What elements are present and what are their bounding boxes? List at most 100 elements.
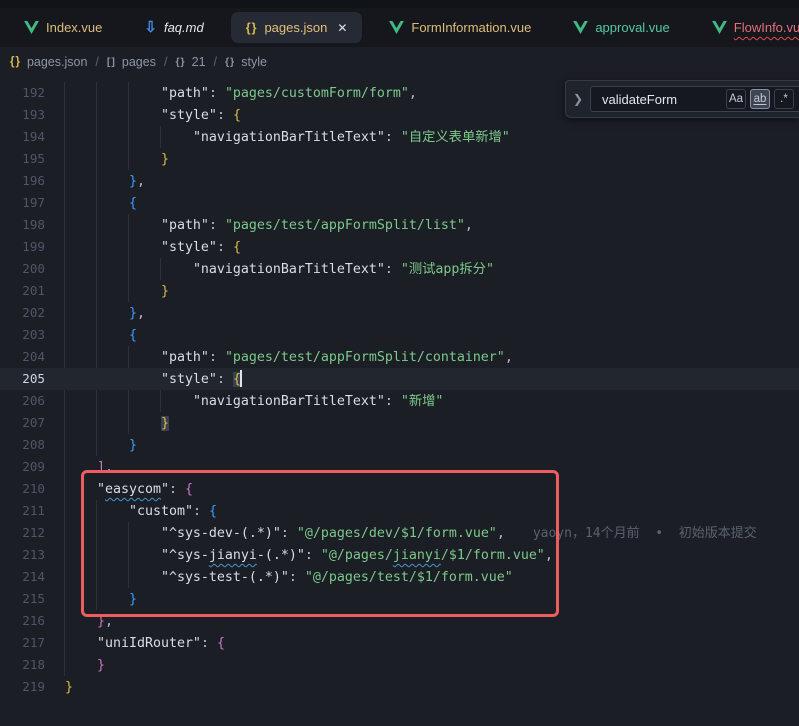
breadcrumb: {} pages.json / [] pages / {} 21 / {} st… xyxy=(0,47,799,76)
line-number: 218 xyxy=(0,654,45,676)
line-number: 211 xyxy=(0,500,45,522)
code-line[interactable]: 201 } xyxy=(0,280,799,302)
tab-label: Index.vue xyxy=(46,20,102,35)
line-number: 193 xyxy=(0,104,45,126)
code-line[interactable]: 214 "^sys-test-(.*)": "@/pages/test/$1/f… xyxy=(0,566,799,588)
code-line[interactable]: 219} xyxy=(0,676,799,698)
line-number: 199 xyxy=(0,236,45,258)
code-line[interactable]: 215 } xyxy=(0,588,799,610)
editor-tab-bar: Index.vue ⇩ faq.md {} pages.json ✕ FormI… xyxy=(0,8,799,47)
breadcrumb-separator: / xyxy=(95,55,98,69)
code-line[interactable]: 209 ], xyxy=(0,456,799,478)
breadcrumb-label: pages xyxy=(122,55,156,69)
find-input-value: validateForm xyxy=(602,92,726,107)
line-number: 200 xyxy=(0,258,45,280)
tab-label: FormInformation.vue xyxy=(411,20,531,35)
window-top-strip xyxy=(0,0,799,8)
code-line[interactable]: 198 "path": "pages/test/appFormSplit/lis… xyxy=(0,214,799,236)
whole-word-button[interactable]: ab xyxy=(750,89,770,109)
line-number: 196 xyxy=(0,170,45,192)
json-icon: {} xyxy=(246,21,258,35)
code-line[interactable]: 211 "custom": { xyxy=(0,500,799,522)
tab-faq-md[interactable]: ⇩ faq.md xyxy=(129,12,218,43)
line-number: 207 xyxy=(0,412,45,434)
code-line[interactable]: 206 "navigationBarTitleText": "新增" xyxy=(0,390,799,412)
code-line[interactable]: 208 } xyxy=(0,434,799,456)
line-number: 202 xyxy=(0,302,45,324)
line-number: 209 xyxy=(0,456,45,478)
line-number: 198 xyxy=(0,214,45,236)
git-blame-annotation: yaoyn，14个月前 • 初始版本提交 xyxy=(533,526,757,541)
code-line[interactable]: 203 { xyxy=(0,324,799,346)
breadcrumb-label: 21 xyxy=(192,55,206,69)
object-symbol-icon: {} xyxy=(225,56,235,68)
code-line[interactable]: 207 } xyxy=(0,412,799,434)
json-file-icon: {} xyxy=(10,56,21,68)
tab-flowinfo-vue[interactable]: FlowInfo.vu xyxy=(697,12,799,43)
vue-icon xyxy=(24,21,39,34)
line-number: 192 xyxy=(0,82,45,104)
tab-approval-vue[interactable]: approval.vue xyxy=(558,12,684,43)
code-editor[interactable]: 192 "path": "pages/customForm/form",193 … xyxy=(0,76,799,726)
regex-button[interactable]: .* xyxy=(774,89,794,109)
breadcrumb-separator: / xyxy=(214,55,217,69)
code-line[interactable]: 197 { xyxy=(0,192,799,214)
code-line[interactable]: 200 "navigationBarTitleText": "测试app拆分" xyxy=(0,258,799,280)
breadcrumb-item-pages[interactable]: [] pages xyxy=(107,55,156,69)
line-number: 214 xyxy=(0,566,45,588)
line-number: 210 xyxy=(0,478,45,500)
code-line[interactable]: 212 "^sys-dev-(.*)": "@/pages/dev/$1/for… xyxy=(0,522,799,544)
line-number: 215 xyxy=(0,588,45,610)
code-line[interactable]: 196 }, xyxy=(0,170,799,192)
breadcrumb-separator: / xyxy=(164,55,167,69)
line-number: 205 xyxy=(0,368,45,390)
find-widget: ❯ validateForm Aa ab .* xyxy=(565,80,799,118)
code-line[interactable]: 216 }, xyxy=(0,610,799,632)
code-line[interactable]: 213 "^sys-jianyi-(.*)": "@/pages/jianyi/… xyxy=(0,544,799,566)
toggle-replace-chevron-icon[interactable]: ❯ xyxy=(566,92,590,106)
line-number: 195 xyxy=(0,148,45,170)
line-number: 212 xyxy=(0,522,45,544)
tab-label: pages.json xyxy=(264,20,327,35)
code-lines: 192 "path": "pages/customForm/form",193 … xyxy=(0,76,799,698)
code-line[interactable]: 210 "easycom": { xyxy=(0,478,799,500)
code-line[interactable]: 195 } xyxy=(0,148,799,170)
tab-label: approval.vue xyxy=(595,20,669,35)
breadcrumb-item-style[interactable]: {} style xyxy=(225,55,267,69)
code-line[interactable]: 205 "style": { xyxy=(0,368,799,390)
line-number: 201 xyxy=(0,280,45,302)
code-line[interactable]: 204 "path": "pages/test/appFormSplit/con… xyxy=(0,346,799,368)
code-line[interactable]: 217 "uniIdRouter": { xyxy=(0,632,799,654)
code-line[interactable]: 218 } xyxy=(0,654,799,676)
line-number: 213 xyxy=(0,544,45,566)
tab-forminformation-vue[interactable]: FormInformation.vue xyxy=(374,12,546,43)
line-number: 219 xyxy=(0,676,45,698)
code-line[interactable]: 202 }, xyxy=(0,302,799,324)
array-symbol-icon: [] xyxy=(107,56,116,68)
breadcrumb-item-file[interactable]: {} pages.json xyxy=(10,55,87,69)
line-number: 203 xyxy=(0,324,45,346)
tab-label: faq.md xyxy=(164,20,204,35)
line-number: 197 xyxy=(0,192,45,214)
vue-icon xyxy=(389,21,404,34)
object-symbol-icon: {} xyxy=(175,56,185,68)
match-case-button[interactable]: Aa xyxy=(726,89,746,109)
code-line[interactable]: 199 "style": { xyxy=(0,236,799,258)
line-number: 216 xyxy=(0,610,45,632)
line-number: 217 xyxy=(0,632,45,654)
text-cursor xyxy=(240,370,242,387)
breadcrumb-label: pages.json xyxy=(27,55,87,69)
breadcrumb-item-21[interactable]: {} 21 xyxy=(175,55,205,69)
tab-pages-json[interactable]: {} pages.json ✕ xyxy=(231,12,363,43)
markdown-icon: ⇩ xyxy=(144,21,157,34)
vue-icon xyxy=(712,21,727,34)
vue-icon xyxy=(573,21,588,34)
line-number: 208 xyxy=(0,434,45,456)
find-input[interactable]: validateForm Aa ab .* xyxy=(590,86,799,112)
line-number: 194 xyxy=(0,126,45,148)
tab-index-vue[interactable]: Index.vue xyxy=(9,12,117,43)
code-line[interactable]: 194 "navigationBarTitleText": "自定义表单新增" xyxy=(0,126,799,148)
vscode-editor-window: Index.vue ⇩ faq.md {} pages.json ✕ FormI… xyxy=(0,0,799,726)
line-number: 204 xyxy=(0,346,45,368)
close-icon[interactable]: ✕ xyxy=(337,21,347,35)
